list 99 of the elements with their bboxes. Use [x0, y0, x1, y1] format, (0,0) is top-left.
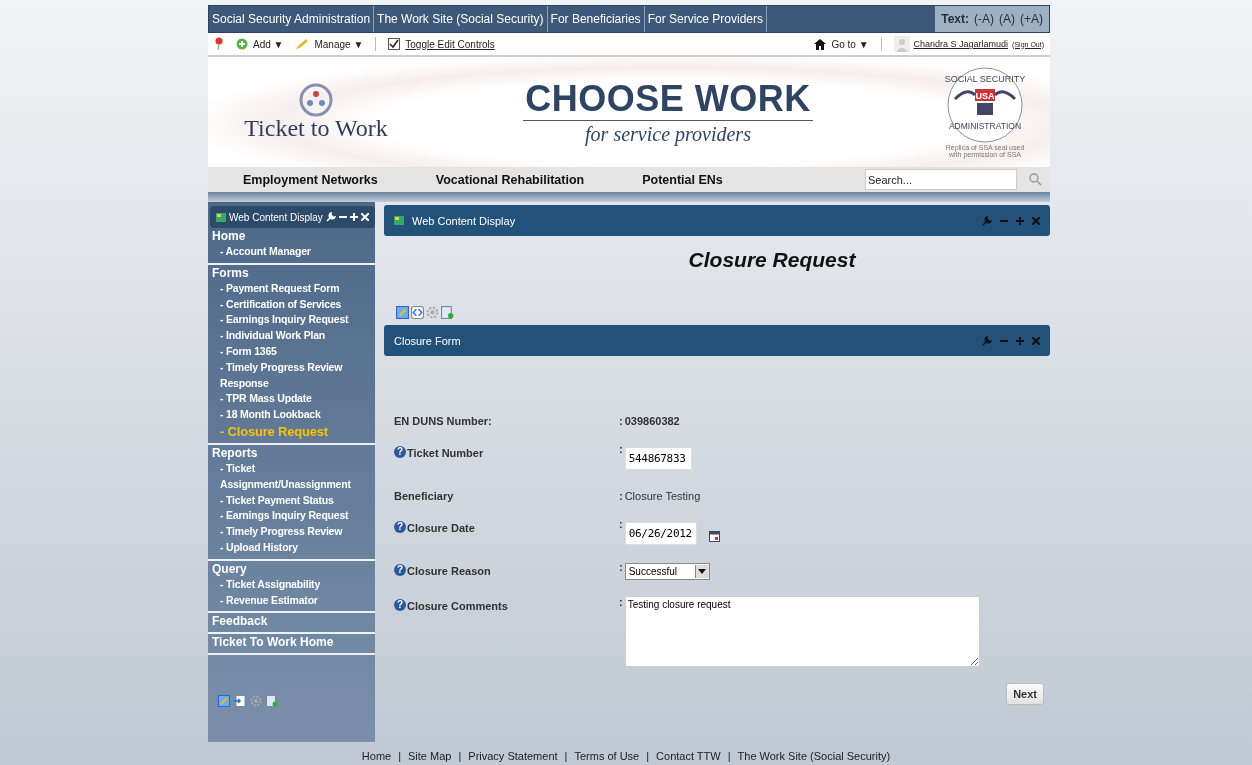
portlet-icon	[394, 216, 404, 225]
sidebar-item[interactable]: - Individual Work Plan	[212, 328, 371, 344]
main-nav-item[interactable]: Vocational Rehabilitation	[435, 172, 585, 187]
sidebar-item[interactable]: - Revenue Estimator	[212, 592, 371, 609]
footer-link[interactable]: Site Map	[408, 750, 452, 762]
help-icon[interactable]: ?	[394, 446, 406, 458]
sidebar-section-link[interactable]: Query	[212, 561, 371, 577]
text-size-option[interactable]: (A)	[999, 12, 1015, 26]
next-button[interactable]: Next	[1006, 683, 1044, 705]
sidebar-item[interactable]: - Ticket Payment Status	[212, 492, 371, 509]
portlet-icon	[216, 212, 226, 222]
help-icon[interactable]: ?	[394, 599, 406, 611]
sidebar-item[interactable]: - 18 Month Lookback	[212, 407, 371, 423]
text-size-label: Text:	[941, 12, 969, 26]
footer-separator: |	[646, 750, 650, 762]
footer-link[interactable]: The Work Site (Social Security)	[737, 750, 891, 762]
banner-subtitle: for service providers	[585, 123, 751, 146]
colon-separator: :	[619, 414, 623, 427]
sidebar-item[interactable]: - Upload History	[212, 539, 371, 556]
colon-separator: :	[619, 561, 623, 573]
manage-menu[interactable]: Manage ▼	[314, 38, 364, 50]
toggle-checkbox[interactable]	[388, 38, 401, 50]
add-page-icon[interactable]	[266, 695, 278, 708]
footer-separator: |	[398, 750, 402, 762]
calendar-icon[interactable]	[708, 531, 720, 542]
top-nav-link[interactable]: For Beneficiaries	[547, 6, 645, 32]
text-size-option[interactable]: (-A)	[974, 12, 994, 26]
field-value: 039860382	[624, 414, 680, 427]
field-value: Closure Testing	[624, 489, 701, 502]
main-nav-item[interactable]: Employment Networks	[243, 172, 378, 187]
portlet-title: Web Content Display	[412, 214, 516, 227]
logo-text: Ticket to Work	[244, 114, 388, 142]
field-label: Closure Reason	[407, 565, 491, 577]
sidebar-item[interactable]: - Account Manager	[212, 244, 371, 260]
add-menu[interactable]: Add ▼	[253, 38, 284, 50]
caret-icon[interactable]	[698, 569, 707, 574]
field-label: Beneficiary	[394, 490, 454, 502]
sidebar-section-link[interactable]: Forms	[212, 265, 371, 281]
text-size-option[interactable]: (+A)	[1020, 12, 1043, 26]
footer-separator: |	[458, 750, 462, 762]
sidebar-item[interactable]: - Ticket Assignability	[212, 576, 371, 593]
sidebar-item[interactable]: - TPR Mass Update	[212, 391, 371, 408]
top-nav-link[interactable]: The Work Site (Social Security)	[374, 6, 548, 32]
field-label: Closure Comments	[407, 600, 508, 612]
sidebar-item[interactable]: - Ticket Assignment/Unassignment	[212, 460, 371, 493]
sidebar-item[interactable]: - Form 1365	[212, 344, 371, 360]
plus-circle-icon[interactable]	[236, 38, 248, 50]
sidebar-item[interactable]: - Earnings Inquiry Request	[212, 508, 371, 525]
go-to-menu[interactable]: Go to ▼	[831, 38, 869, 50]
logo-icon	[299, 82, 333, 117]
sidebar-item[interactable]: - Payment Request Form	[212, 280, 371, 297]
import-icon[interactable]	[234, 695, 246, 708]
banner-title: CHOOSE WORK	[523, 78, 813, 121]
comments-textarea[interactable]: Testing closure request	[624, 596, 980, 667]
pencil-icon[interactable]	[295, 38, 310, 50]
colon-separator: :	[619, 443, 623, 455]
code-icon[interactable]	[411, 306, 424, 319]
colon-separator: :	[619, 489, 623, 502]
field-label: Closure Date	[407, 522, 475, 534]
page-heading: Closure Request	[687, 248, 857, 272]
seal-drawing: SOCIAL SECURITY USA ADMINISTRATION	[943, 66, 1027, 143]
pin-icon[interactable]	[214, 37, 224, 51]
colon-separator: :	[619, 596, 623, 608]
footer-link[interactable]: Privacy Statement	[468, 750, 558, 762]
ticket-number-field[interactable]: 544867833	[624, 447, 692, 470]
sidebar-section-link[interactable]: Home	[212, 229, 371, 244]
main-nav-item[interactable]: Potential ENs	[642, 172, 723, 187]
portlet-title: Web Content Display	[229, 211, 323, 223]
date-field[interactable]: 06/26/2012	[624, 522, 697, 545]
sidebar-item[interactable]: - Certification of Services	[212, 296, 371, 313]
top-nav-link[interactable]: For Service Providers	[644, 6, 767, 32]
footer-link[interactable]: Terms of Use	[574, 750, 640, 762]
field-label: EN DUNS Number:	[394, 415, 492, 427]
sidebar-section-link[interactable]: Reports	[212, 445, 371, 461]
help-icon[interactable]: ?	[394, 521, 406, 533]
toggle-edit-controls-link[interactable]: Toggle Edit Controls	[405, 38, 495, 50]
avatar-icon	[893, 36, 910, 52]
top-nav-link[interactable]: Social Security Administration	[209, 6, 375, 32]
edit-icon[interactable]	[218, 695, 230, 708]
sidebar-section-link[interactable]: Feedback	[212, 614, 371, 630]
help-icon[interactable]: ?	[394, 564, 406, 576]
user-name-link[interactable]: Chandra S Jagarlamudi	[913, 39, 1009, 49]
footer-separator: |	[727, 750, 731, 762]
search-icon[interactable]	[1029, 173, 1042, 186]
add-page-icon[interactable]	[441, 306, 454, 319]
search-field[interactable]: Search...	[865, 169, 1017, 190]
home-icon[interactable]	[814, 38, 827, 50]
colon-separator: :	[619, 518, 623, 530]
sidebar-item[interactable]: - Earnings Inquiry Request	[212, 312, 371, 329]
footer-link[interactable]: Home	[361, 750, 392, 762]
sidebar-section-link[interactable]: Ticket To Work Home	[212, 635, 371, 651]
footer-link[interactable]: Contact TTW	[656, 750, 721, 762]
sidebar-item[interactable]: - Timely Progress Review	[212, 524, 371, 540]
edit-icon[interactable]	[396, 306, 409, 319]
portlet-title: Closure Form	[394, 334, 461, 347]
footer-separator: |	[564, 750, 568, 762]
sidebar-item[interactable]: - Timely Progress Review Response	[212, 359, 371, 392]
closure-reason-dropdown[interactable]: Successful	[624, 563, 710, 580]
field-label: Ticket Number	[407, 447, 484, 459]
